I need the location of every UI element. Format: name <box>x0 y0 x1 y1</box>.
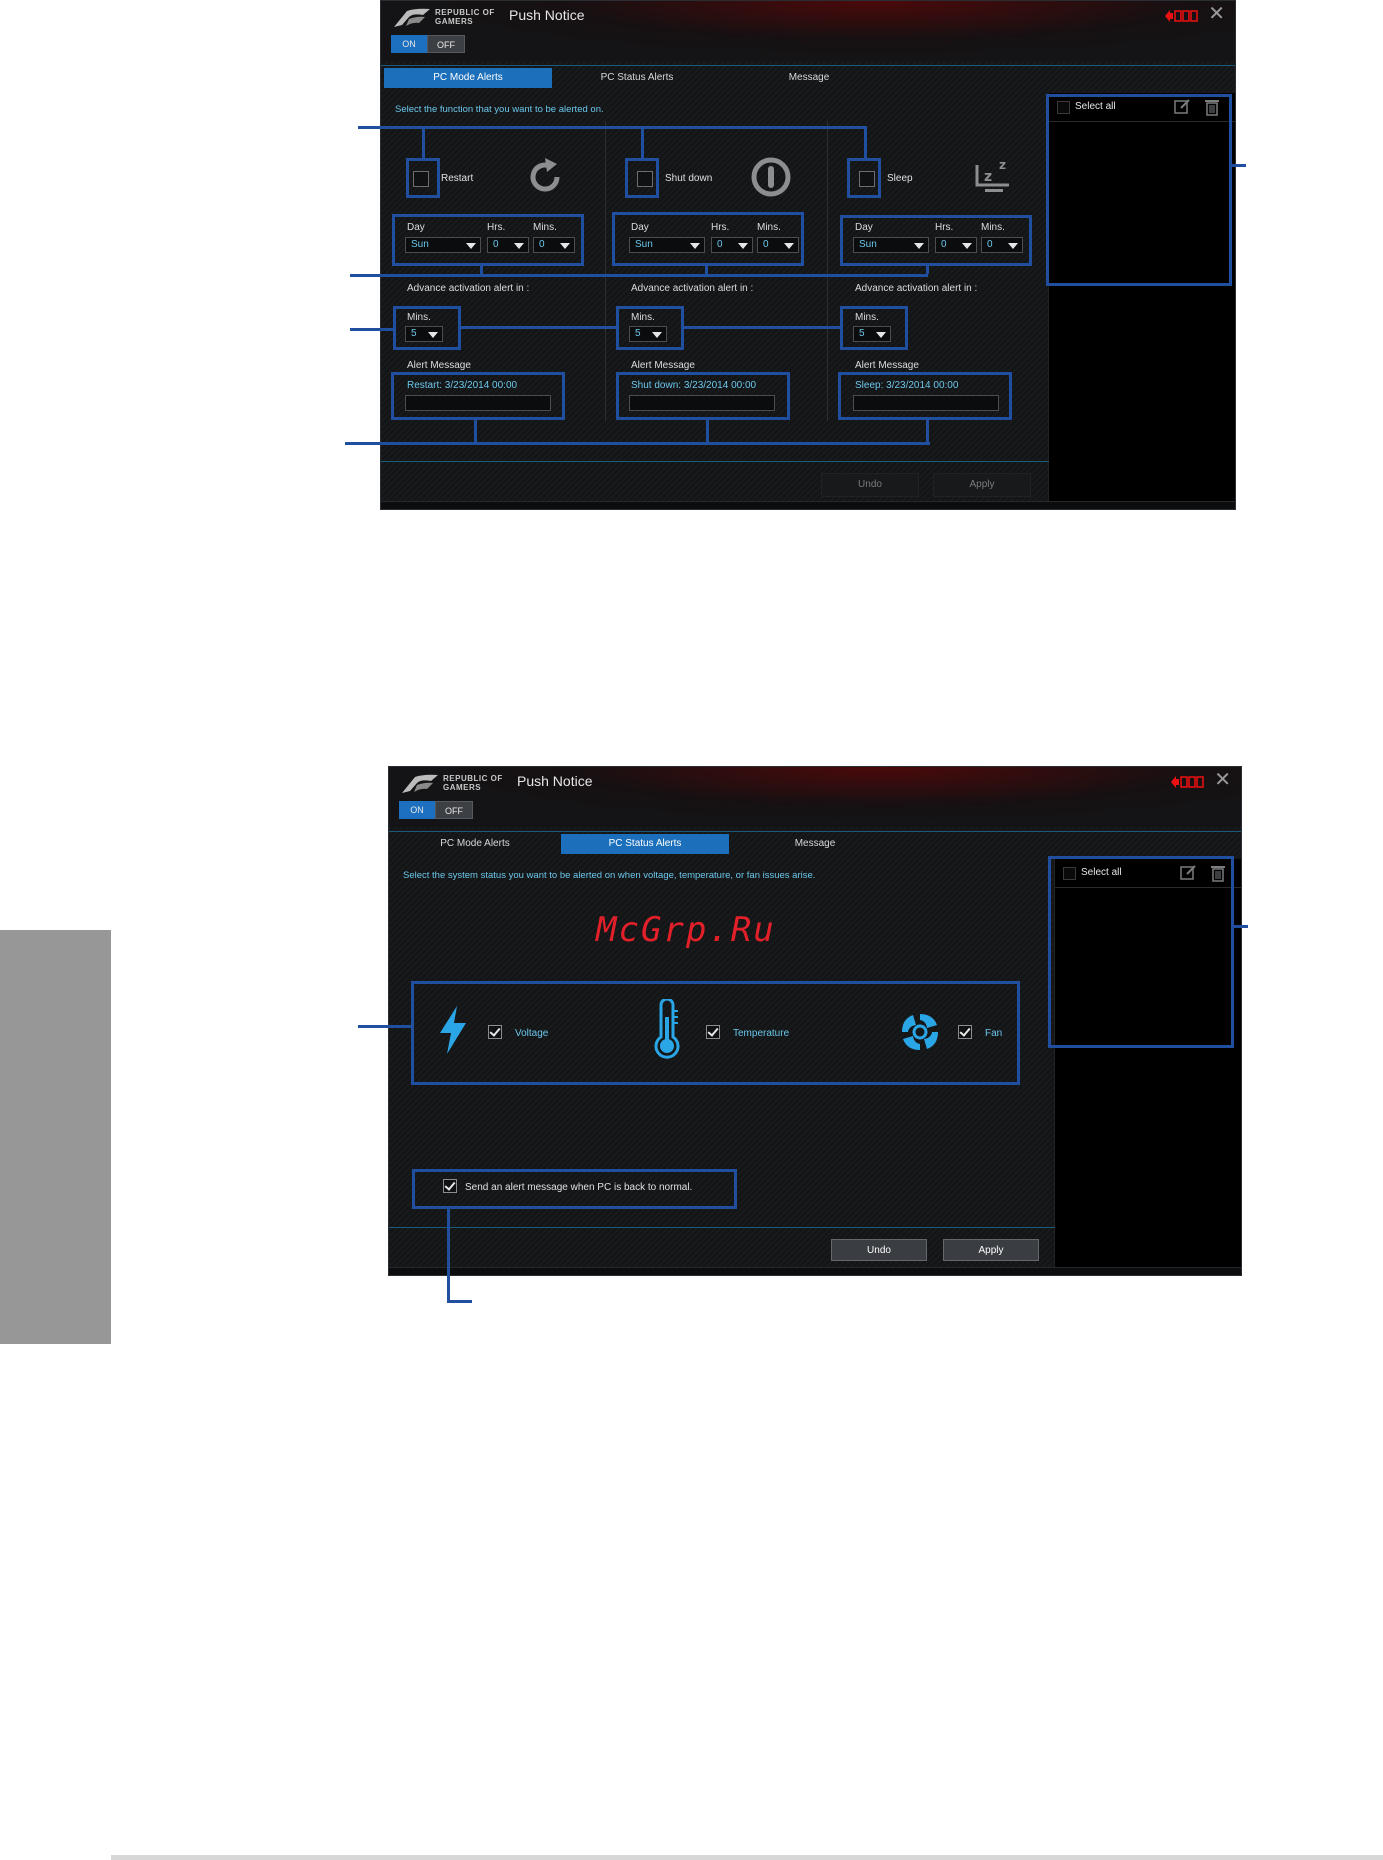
callout-line <box>422 126 425 158</box>
advance-label: Advance activation alert in : <box>407 283 530 294</box>
tab-message[interactable]: Message <box>725 68 893 88</box>
callout-message-list <box>1046 94 1232 286</box>
callout-line <box>345 442 930 445</box>
close-icon[interactable]: ✕ <box>1214 770 1231 790</box>
footer-divider <box>389 1227 1055 1228</box>
tab-pc-status-alerts[interactable]: PC Status Alerts <box>553 68 721 88</box>
toggle-off-button[interactable]: OFF <box>427 35 465 53</box>
svg-text:z: z <box>984 169 992 185</box>
rog-logo: REPUBLIC OF GAMERS <box>393 5 513 29</box>
alert-message-label: Alert Message <box>631 360 695 371</box>
page-side-tab <box>0 930 111 1344</box>
tab-bar: PC Mode Alerts PC Status Alerts Message <box>389 831 1241 854</box>
callout-line <box>447 1209 450 1303</box>
callout-restart-time <box>392 214 584 266</box>
alert-message-label: Alert Message <box>855 360 919 371</box>
callout-line <box>350 328 394 331</box>
advance-label: Advance activation alert in : <box>855 283 978 294</box>
shutdown-label: Shut down <box>665 173 713 184</box>
on-off-toggle[interactable]: ON OFF <box>399 801 473 819</box>
alert-message-label: Alert Message <box>407 360 471 371</box>
callout-restart-checkbox <box>406 158 440 198</box>
callout-line <box>926 266 929 274</box>
title-bar: REPUBLIC OF GAMERS Push Notice ✕ ON OFF <box>389 767 1241 827</box>
callout-line <box>864 126 867 158</box>
apply-button[interactable]: Apply <box>933 473 1031 497</box>
status-bar <box>381 501 1235 509</box>
svg-text:z: z <box>999 158 1006 172</box>
rog-brand-text: REPUBLIC OF GAMERS <box>435 8 495 26</box>
callout-line <box>447 1300 472 1303</box>
app-title: Push Notice <box>509 7 585 23</box>
callout-shutdown-checkbox <box>625 158 659 198</box>
column-divider <box>827 121 828 421</box>
instruction-text: Select the function that you want to be … <box>395 104 604 115</box>
tab-pc-mode-alerts[interactable]: PC Mode Alerts <box>384 68 552 88</box>
undo-button[interactable]: Undo <box>821 473 919 497</box>
toggle-on-button[interactable]: ON <box>399 801 435 819</box>
callout-shutdown-message <box>616 372 790 420</box>
callout-sleep-time <box>840 215 1032 266</box>
page-footer-line <box>111 1855 1383 1860</box>
callout-line <box>358 1025 411 1028</box>
close-icon[interactable]: ✕ <box>1208 4 1225 24</box>
instruction-text: Select the system status you want to be … <box>403 870 816 881</box>
tab-pc-status-alerts[interactable]: PC Status Alerts <box>561 834 729 854</box>
callout-line <box>461 326 617 329</box>
notification-status-icon[interactable] <box>1163 9 1199 23</box>
callout-line <box>706 420 709 442</box>
power-icon <box>751 157 791 197</box>
rog-eye-icon <box>402 774 438 793</box>
callout-line <box>1232 164 1246 167</box>
callout-line <box>926 420 929 442</box>
title-bar: REPUBLIC OF GAMERS Push Notice ✕ ON OFF <box>381 1 1235 61</box>
apply-button[interactable]: Apply <box>943 1239 1039 1261</box>
toggle-on-button[interactable]: ON <box>391 35 427 53</box>
rog-eye-icon <box>394 8 430 27</box>
callout-line <box>684 326 840 329</box>
callout-line <box>480 266 483 274</box>
tab-bar: PC Mode Alerts PC Status Alerts Message <box>381 65 1235 88</box>
tab-message[interactable]: Message <box>731 834 899 854</box>
callout-shutdown-time <box>612 212 804 266</box>
advance-label: Advance activation alert in : <box>631 283 754 294</box>
rog-brand-text: REPUBLIC OF GAMERS <box>443 774 503 792</box>
watermark-text: McGrp.Ru <box>596 910 776 950</box>
app-title: Push Notice <box>517 773 593 789</box>
callout-restart-message <box>391 372 565 420</box>
tab-pc-mode-alerts[interactable]: PC Mode Alerts <box>391 834 559 854</box>
callout-line <box>350 274 928 277</box>
restart-icon <box>530 158 560 192</box>
undo-button[interactable]: Undo <box>831 1239 927 1261</box>
sleep-label: Sleep <box>887 173 913 184</box>
callout-back-to-normal <box>412 1169 737 1209</box>
callout-shutdown-advance <box>616 306 684 350</box>
callout-sleep-checkbox <box>847 158 881 198</box>
sleep-icon: z z <box>975 158 1009 192</box>
notification-status-icon[interactable] <box>1169 775 1205 789</box>
callout-message-list <box>1048 856 1234 1048</box>
rog-logo: REPUBLIC OF GAMERS <box>401 771 521 795</box>
callout-restart-advance <box>393 306 461 350</box>
callout-line <box>1234 925 1248 928</box>
toggle-off-button[interactable]: OFF <box>435 801 473 819</box>
restart-label: Restart <box>441 173 474 184</box>
callout-line <box>358 126 867 129</box>
on-off-toggle[interactable]: ON OFF <box>391 35 465 53</box>
callout-line <box>641 126 644 158</box>
footer-divider <box>381 461 1049 462</box>
callout-sleep-message <box>838 372 1012 420</box>
column-divider <box>605 121 606 421</box>
callout-line <box>474 420 477 442</box>
callout-line <box>705 266 708 274</box>
status-bar <box>389 1267 1241 1275</box>
callout-sleep-advance <box>840 306 908 350</box>
callout-status-items <box>411 981 1020 1085</box>
